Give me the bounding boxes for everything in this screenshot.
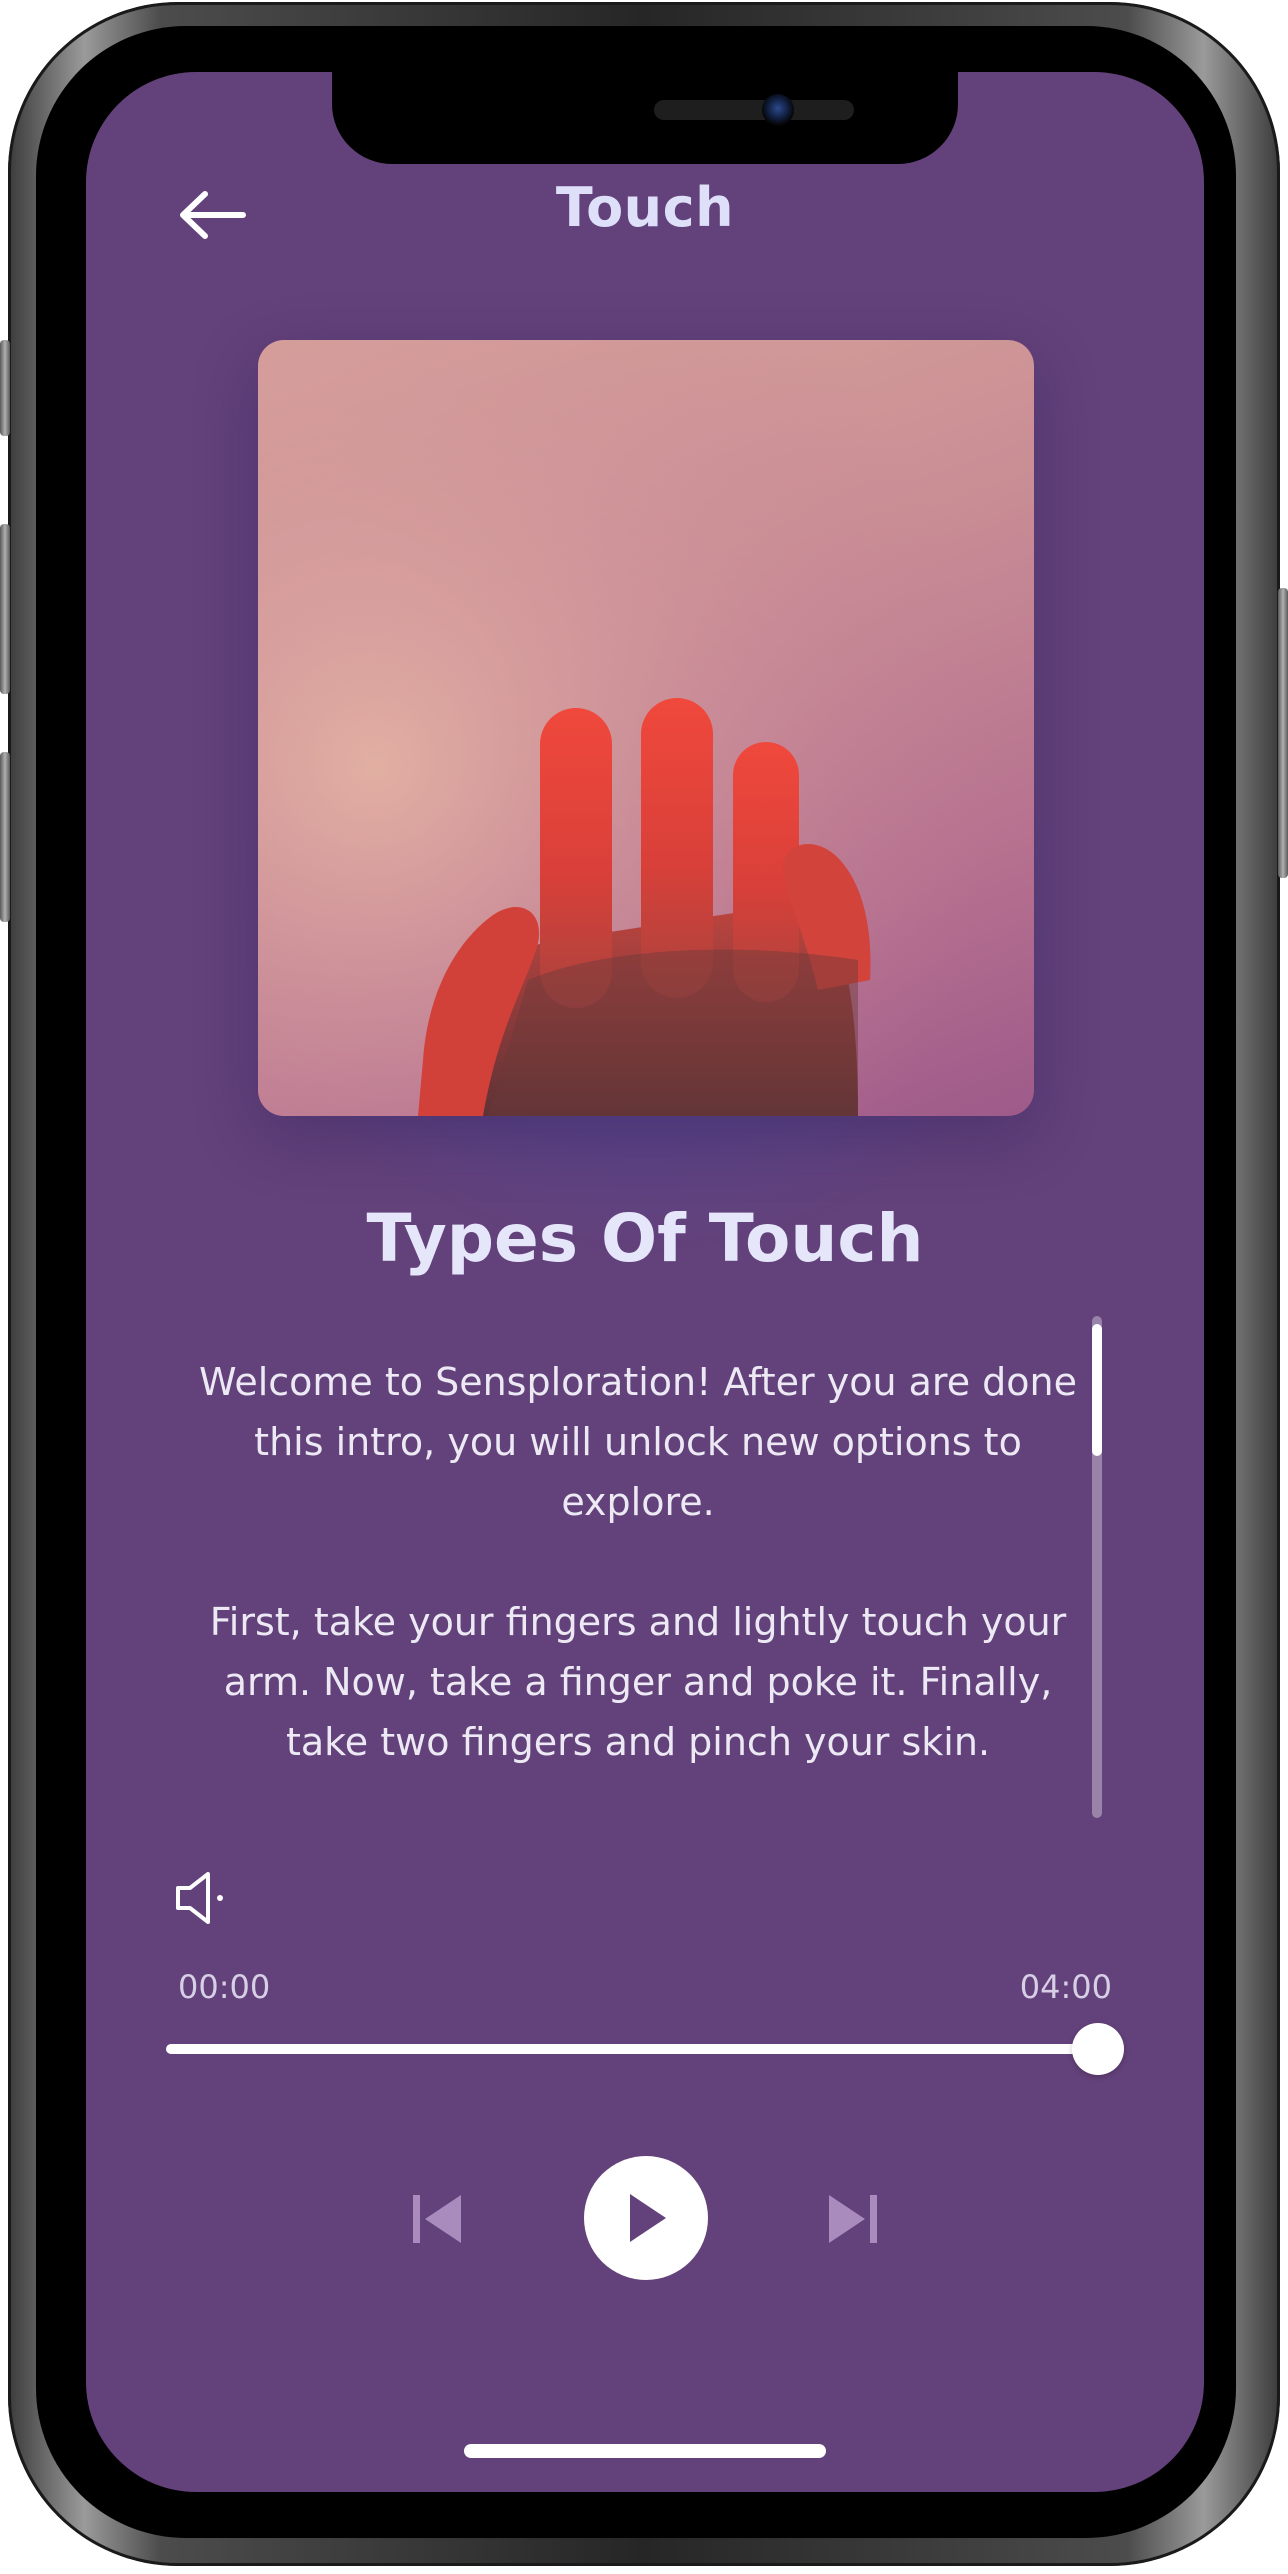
skip-previous-icon xyxy=(413,2195,461,2243)
volume-button[interactable] xyxy=(172,1868,228,1928)
progress-fill xyxy=(166,2044,1098,2054)
progress-slider[interactable] xyxy=(166,2023,1124,2075)
play-button[interactable] xyxy=(584,2156,708,2280)
home-indicator[interactable] xyxy=(464,2444,826,2458)
track-artwork xyxy=(258,340,1034,1116)
previous-button[interactable] xyxy=(402,2184,472,2254)
volume-down-button xyxy=(0,752,10,922)
power-button xyxy=(1278,588,1288,878)
page-title: Touch xyxy=(555,176,735,239)
skip-next-icon xyxy=(829,2195,877,2243)
current-time: 00:00 xyxy=(178,1968,271,2006)
section-heading: Types Of Touch xyxy=(366,1200,924,1277)
description-paragraph: First, take your fingers and lightly tou… xyxy=(209,1600,1067,1764)
description-text: Welcome to Sensploration! After you are … xyxy=(178,1352,1098,1832)
hand-illustration xyxy=(258,340,1034,1116)
description-paragraph: Welcome to Sensploration! After you are … xyxy=(198,1360,1078,1524)
silent-switch xyxy=(0,340,10,436)
next-button[interactable] xyxy=(818,2184,888,2254)
back-button[interactable] xyxy=(174,182,250,248)
arrow-left-icon xyxy=(180,191,246,239)
progress-knob[interactable] xyxy=(1072,2023,1124,2075)
play-icon xyxy=(630,2194,666,2242)
total-time: 04:00 xyxy=(1019,1968,1112,2006)
volume-up-button xyxy=(0,524,10,694)
notch xyxy=(332,72,958,164)
front-camera xyxy=(762,94,794,126)
scrollbar-thumb[interactable] xyxy=(1092,1324,1102,1456)
earpiece-speaker xyxy=(654,100,854,120)
speaker-icon xyxy=(176,1872,223,1924)
app-screen: Touch Types Of Touch Welcome to Sensplor… xyxy=(86,72,1204,2492)
device-mockup: Touch Types Of Touch Welcome to Sensplor… xyxy=(0,0,1288,2574)
